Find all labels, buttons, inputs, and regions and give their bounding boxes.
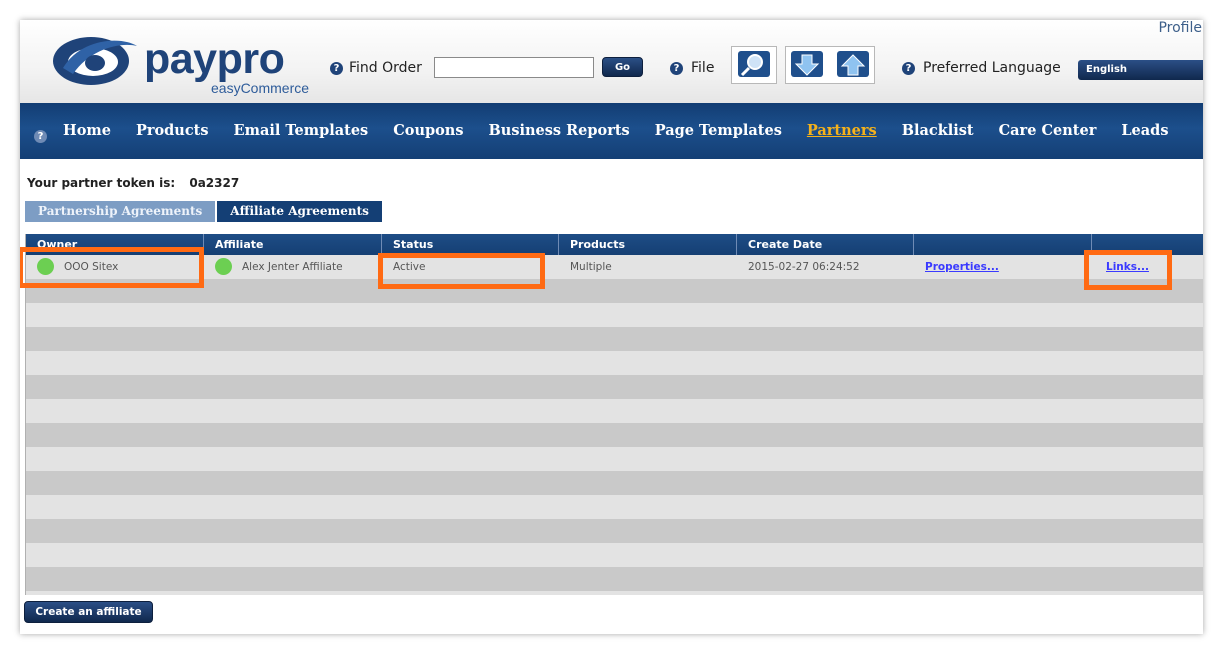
partner-token-value: 0a2327 bbox=[189, 176, 240, 190]
find-order-label: Find Order bbox=[349, 60, 422, 76]
table-row-empty bbox=[26, 591, 1203, 595]
table-row[interactable]: OOO Sitex Alex Jenter Affiliate Active M… bbox=[26, 255, 1203, 279]
links-cell: Links... bbox=[1092, 255, 1149, 279]
logo-wordmark: paypro bbox=[144, 35, 285, 83]
table-row-empty bbox=[26, 423, 1203, 447]
table-row-empty bbox=[26, 327, 1203, 351]
affiliate-status-icon bbox=[215, 257, 232, 275]
column-header-affiliate[interactable]: Affiliate bbox=[204, 234, 382, 255]
file-label: File bbox=[691, 60, 715, 76]
owner-status-icon bbox=[37, 257, 54, 275]
help-icon[interactable]: ? bbox=[330, 61, 343, 75]
nav-help[interactable]: ? bbox=[34, 124, 47, 143]
paypro-logo[interactable]: paypro easyCommerce bbox=[51, 28, 321, 98]
column-header-properties bbox=[914, 234, 1092, 255]
table-row-empty bbox=[26, 471, 1203, 495]
logo-tagline: easyCommerce bbox=[211, 80, 310, 96]
language-select[interactable]: English bbox=[1078, 60, 1203, 80]
properties-link[interactable]: Properties... bbox=[925, 261, 999, 273]
properties-cell: Properties... bbox=[914, 255, 999, 279]
column-header-create-date[interactable]: Create Date bbox=[737, 234, 914, 255]
table-row-empty bbox=[26, 375, 1203, 399]
nav-item-blacklist[interactable]: Blacklist bbox=[902, 122, 974, 139]
download-icon[interactable] bbox=[790, 50, 824, 80]
preferred-language-label: Preferred Language bbox=[923, 60, 1061, 76]
create-affiliate-button[interactable]: Create an affiliate bbox=[24, 601, 153, 623]
owner-cell: OOO Sitex bbox=[26, 255, 118, 279]
go-button[interactable]: Go bbox=[602, 57, 643, 77]
table-header: Owner Affiliate Status Products Create D… bbox=[26, 234, 1203, 255]
file-transfer-buttons bbox=[785, 46, 875, 84]
products-cell: Multiple bbox=[570, 261, 612, 273]
affiliate-table: Owner Affiliate Status Products Create D… bbox=[25, 234, 1203, 595]
nav-item-email-templates[interactable]: Email Templates bbox=[234, 122, 369, 139]
nav-item-home[interactable]: Home bbox=[63, 122, 111, 139]
table-row-empty bbox=[26, 399, 1203, 423]
create-date-cell: 2015-02-27 06:24:52 bbox=[748, 261, 860, 273]
table-row-empty bbox=[26, 495, 1203, 519]
help-icon[interactable]: ? bbox=[670, 61, 683, 75]
nav-item-business-reports[interactable]: Business Reports bbox=[489, 122, 630, 139]
column-header-owner[interactable]: Owner bbox=[26, 234, 204, 255]
file-group: ? File bbox=[670, 60, 714, 76]
nav-item-page-templates[interactable]: Page Templates bbox=[655, 122, 782, 139]
column-header-products[interactable]: Products bbox=[559, 234, 737, 255]
file-search-button[interactable] bbox=[731, 46, 777, 84]
table-row-empty bbox=[26, 351, 1203, 375]
links-link[interactable]: Links... bbox=[1106, 261, 1149, 273]
nav-item-coupons[interactable]: Coupons bbox=[393, 122, 463, 139]
table-row-empty bbox=[26, 279, 1203, 303]
upload-icon[interactable] bbox=[836, 50, 870, 80]
nav-item-products[interactable]: Products bbox=[136, 122, 209, 139]
table-row-empty bbox=[26, 543, 1203, 567]
table-row-empty bbox=[26, 447, 1203, 471]
agreement-tabs: Partnership Agreements Affiliate Agreeme… bbox=[25, 201, 382, 222]
magnifier-icon bbox=[738, 51, 770, 77]
main-nav: ? Home Products Email Templates Coupons … bbox=[20, 103, 1203, 159]
table-row-empty bbox=[26, 519, 1203, 543]
table-row-empty bbox=[26, 567, 1203, 591]
logo-swoosh-icon bbox=[53, 37, 137, 85]
nav-items: Home Products Email Templates Coupons Bu… bbox=[63, 122, 1193, 139]
find-order-group: ? Find Order bbox=[330, 60, 422, 76]
nav-item-care-center[interactable]: Care Center bbox=[999, 122, 1097, 139]
language-group: ? Preferred Language bbox=[902, 60, 1061, 76]
help-icon[interactable]: ? bbox=[902, 61, 915, 75]
column-header-status[interactable]: Status bbox=[382, 234, 559, 255]
header-bar: Profile paypro easyCommerce ? Find Order… bbox=[20, 20, 1203, 103]
partner-token-line: Your partner token is: 0a2327 bbox=[27, 176, 239, 190]
help-icon: ? bbox=[34, 130, 47, 143]
app-window: Profile paypro easyCommerce ? Find Order… bbox=[20, 20, 1203, 634]
nav-item-leads[interactable]: Leads bbox=[1121, 122, 1168, 139]
tab-affiliate-agreements[interactable]: Affiliate Agreements bbox=[217, 201, 382, 222]
tab-partnership-agreements[interactable]: Partnership Agreements bbox=[25, 201, 216, 222]
affiliate-cell: Alex Jenter Affiliate bbox=[204, 255, 343, 279]
partner-token-label: Your partner token is: bbox=[27, 176, 176, 190]
profile-link[interactable]: Profile bbox=[1158, 20, 1202, 36]
nav-item-partners[interactable]: Partners bbox=[807, 122, 877, 139]
find-order-input[interactable] bbox=[434, 57, 594, 78]
owner-name: OOO Sitex bbox=[64, 261, 119, 273]
column-header-links bbox=[1092, 234, 1203, 255]
status-cell: Active bbox=[393, 261, 426, 273]
affiliate-name: Alex Jenter Affiliate bbox=[242, 261, 343, 273]
table-row-empty bbox=[26, 303, 1203, 327]
